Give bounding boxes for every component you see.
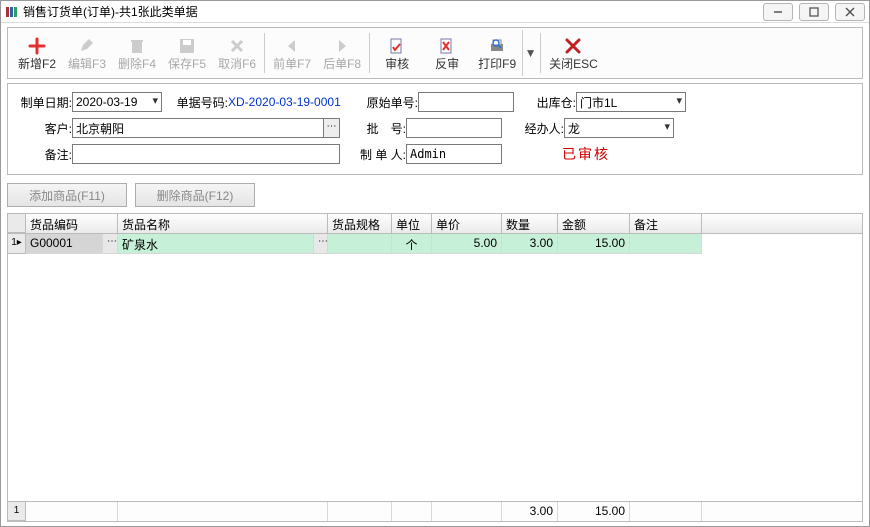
- delete-button[interactable]: 删除F4: [112, 30, 162, 76]
- col-amount[interactable]: 金额: [558, 214, 630, 233]
- cell-unit[interactable]: 个: [392, 234, 432, 254]
- add-item-button[interactable]: 添加商品(F11): [7, 183, 127, 207]
- maximize-button[interactable]: [799, 3, 829, 21]
- grid-body[interactable]: 1▸ G00001⋯ 矿泉水⋯ 个 5.00 3.00 15.00: [8, 234, 862, 501]
- label-batch: 批 号:: [346, 120, 406, 137]
- label-customer: 客户:: [16, 120, 72, 137]
- window-title: 销售订货单(订单)-共1张此类单据: [23, 3, 757, 20]
- footer-idx: 1: [8, 502, 26, 521]
- plus-icon: [28, 35, 46, 57]
- app-icon: [5, 5, 19, 19]
- grid-actions: 添加商品(F11) 删除商品(F12): [7, 183, 863, 207]
- customer-lookup-button[interactable]: ⋯: [324, 118, 340, 138]
- cell-price[interactable]: 5.00: [432, 234, 502, 254]
- cell-name[interactable]: 矿泉水: [118, 234, 314, 254]
- footer-qty: 3.00: [502, 502, 558, 521]
- customer-field[interactable]: [72, 118, 324, 138]
- label-date: 制单日期:: [16, 94, 72, 111]
- label-warehouse: 出库仓:: [526, 94, 576, 111]
- toolbar: 新增F2 编辑F3 删除F4 保存F5 取消F6 前单F7 后单F8: [7, 27, 863, 79]
- print-icon: [488, 35, 506, 57]
- pencil-icon: [78, 35, 96, 57]
- cell-remark[interactable]: [630, 234, 702, 254]
- label-origno: 原始单号:: [358, 94, 418, 111]
- warehouse-field[interactable]: [576, 92, 686, 112]
- arrow-right-icon: [333, 35, 351, 57]
- close-button[interactable]: [835, 3, 865, 21]
- batch-field[interactable]: [406, 118, 502, 138]
- save-button[interactable]: 保存F5: [162, 30, 212, 76]
- handler-field[interactable]: [564, 118, 674, 138]
- prev-button[interactable]: 前单F7: [267, 30, 317, 76]
- close-window-button[interactable]: 关闭ESC: [543, 30, 604, 76]
- table-row[interactable]: 1▸ G00001⋯ 矿泉水⋯ 个 5.00 3.00 15.00: [8, 234, 862, 254]
- label-maker: 制 单 人:: [346, 146, 406, 163]
- edit-button[interactable]: 编辑F3: [62, 30, 112, 76]
- label-billno: 单据号码:: [168, 94, 228, 111]
- col-name[interactable]: 货品名称: [118, 214, 328, 233]
- next-button[interactable]: 后单F8: [317, 30, 367, 76]
- cancel-button[interactable]: 取消F6: [212, 30, 262, 76]
- row-indicator: 1▸: [8, 234, 26, 254]
- name-lookup-button[interactable]: ⋯: [314, 234, 328, 254]
- items-grid: 货品编码 货品名称 货品规格 单位 单价 数量 金额 备注 1▸ G00001⋯…: [7, 213, 863, 522]
- arrow-left-icon: [283, 35, 301, 57]
- audit-button[interactable]: 审核: [372, 30, 422, 76]
- form-panel: 制单日期: 单据号码: XD-2020-03-19-0001 原始单号: 出库仓…: [7, 83, 863, 175]
- maker-field[interactable]: [406, 144, 502, 164]
- code-lookup-button[interactable]: ⋯: [103, 234, 118, 254]
- cell-code[interactable]: G00001: [26, 234, 103, 254]
- col-price[interactable]: 单价: [432, 214, 502, 233]
- print-button[interactable]: 打印F9: [472, 30, 522, 76]
- undo-doc-icon: [438, 35, 456, 57]
- minimize-button[interactable]: [763, 3, 793, 21]
- titlebar: 销售订货单(订单)-共1张此类单据: [1, 1, 869, 23]
- cell-amount[interactable]: 15.00: [558, 234, 630, 254]
- label-remark: 备注:: [16, 146, 72, 163]
- billno-value: XD-2020-03-19-0001: [228, 95, 358, 109]
- print-dropdown[interactable]: ▼: [522, 30, 538, 76]
- label-handler: 经办人:: [514, 120, 564, 137]
- unaudit-button[interactable]: 反审: [422, 30, 472, 76]
- floppy-icon: [178, 35, 196, 57]
- trash-icon: [128, 35, 146, 57]
- cell-spec[interactable]: [328, 234, 392, 254]
- new-button[interactable]: 新增F2: [12, 30, 62, 76]
- col-unit[interactable]: 单位: [392, 214, 432, 233]
- origno-field[interactable]: [418, 92, 514, 112]
- grid-header: 货品编码 货品名称 货品规格 单位 单价 数量 金额 备注: [8, 214, 862, 234]
- delete-item-button[interactable]: 删除商品(F12): [135, 183, 255, 207]
- check-doc-icon: [388, 35, 406, 57]
- col-code[interactable]: 货品编码: [26, 214, 118, 233]
- close-x-icon: [564, 35, 582, 57]
- grid-footer: 1 3.00 15.00: [8, 501, 862, 521]
- status-stamp: 已审核: [562, 144, 610, 164]
- x-icon: [228, 35, 246, 57]
- remark-field[interactable]: [72, 144, 340, 164]
- footer-amount: 15.00: [558, 502, 630, 521]
- col-qty[interactable]: 数量: [502, 214, 558, 233]
- col-remark[interactable]: 备注: [630, 214, 702, 233]
- cell-qty[interactable]: 3.00: [502, 234, 558, 254]
- col-spec[interactable]: 货品规格: [328, 214, 392, 233]
- date-field[interactable]: [72, 92, 162, 112]
